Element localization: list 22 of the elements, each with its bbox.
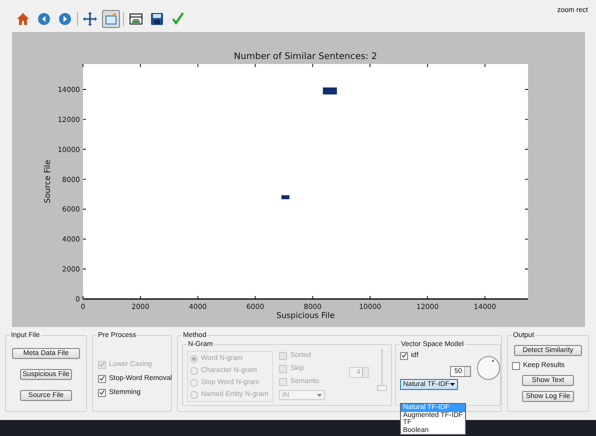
toolbar-button[interactable] bbox=[148, 10, 166, 28]
move-arrows-icon bbox=[83, 12, 97, 26]
home-icon bbox=[16, 12, 30, 26]
forward-icon bbox=[58, 12, 72, 26]
dial-knob[interactable] bbox=[477, 356, 500, 380]
checkbox[interactable] bbox=[98, 374, 106, 382]
toolbar-button[interactable] bbox=[81, 10, 99, 28]
x-axis-label: Suspicious File bbox=[276, 311, 335, 320]
vertical-slider[interactable] bbox=[377, 349, 388, 391]
save-icon bbox=[150, 12, 164, 26]
caret-icon bbox=[317, 394, 322, 396]
zoom-rectangle-icon bbox=[104, 12, 118, 26]
y-axis-label: Source File bbox=[43, 160, 52, 204]
data-point bbox=[281, 195, 290, 200]
checkbox[interactable] bbox=[512, 362, 520, 370]
back-icon bbox=[37, 12, 51, 26]
chart-title: Number of Similar Sentences: 2 bbox=[234, 52, 378, 62]
subplots-icon bbox=[129, 12, 143, 26]
checkbox[interactable] bbox=[98, 388, 106, 396]
checkbox[interactable] bbox=[400, 352, 408, 360]
tick-icon bbox=[171, 12, 185, 26]
caret-icon bbox=[450, 383, 455, 386]
